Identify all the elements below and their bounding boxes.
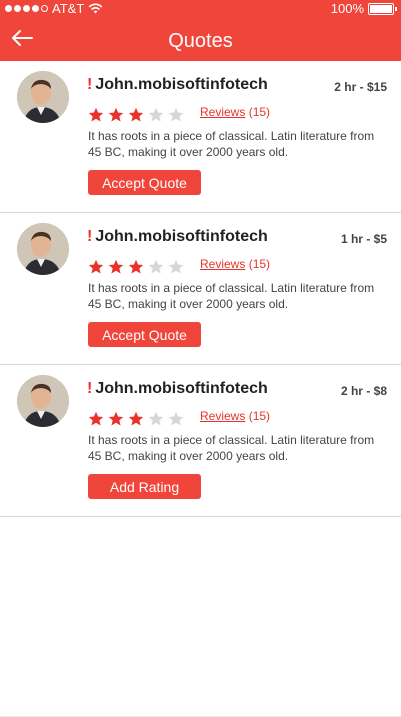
quote-name-text: John.mobisoftinfotech bbox=[95, 76, 268, 93]
quote-description: It has roots in a piece of classical. La… bbox=[88, 129, 375, 159]
quote-name: ! John.mobisoftinfotech bbox=[87, 76, 268, 94]
empty-area bbox=[0, 516, 401, 717]
avatar[interactable] bbox=[17, 375, 69, 427]
reviews[interactable]: Reviews (15) bbox=[200, 105, 270, 119]
star-filled-icon bbox=[128, 107, 144, 122]
star-empty-icon bbox=[168, 107, 184, 122]
reviews-link[interactable]: Reviews bbox=[200, 409, 245, 423]
reviews-count: (15) bbox=[248, 257, 271, 271]
reviews-count: (15) bbox=[248, 409, 271, 423]
star-rating bbox=[88, 411, 184, 427]
quote-name: ! John.mobisoftinfotech bbox=[87, 228, 268, 246]
star-empty-icon bbox=[148, 259, 164, 274]
alert-icon: ! bbox=[87, 380, 93, 397]
status-bar: AT&T 100% bbox=[0, 0, 401, 18]
quote-card: ! John.mobisoftinfotech 1 hr - $5 Reviews… bbox=[0, 213, 401, 365]
app-bar: AT&T 100% Quotes bbox=[0, 0, 401, 61]
star-filled-icon bbox=[88, 411, 104, 426]
status-left: AT&T bbox=[5, 1, 103, 16]
quote-name: ! John.mobisoftinfotech bbox=[87, 380, 268, 398]
avatar[interactable] bbox=[17, 223, 69, 275]
star-filled-icon bbox=[128, 411, 144, 426]
star-filled-icon bbox=[108, 411, 124, 426]
star-filled-icon bbox=[88, 259, 104, 274]
star-empty-icon bbox=[168, 411, 184, 426]
alert-icon: ! bbox=[87, 76, 93, 93]
battery-percent: 100% bbox=[330, 1, 364, 16]
star-empty-icon bbox=[148, 411, 164, 426]
star-empty-icon bbox=[168, 259, 184, 274]
quote-price: 1 hr - $5 bbox=[340, 232, 387, 246]
quote-card: ! John.mobisoftinfotech 2 hr - $15 Review… bbox=[0, 61, 401, 213]
accept-quote-button[interactable]: Accept Quote bbox=[88, 170, 201, 195]
star-filled-icon bbox=[108, 259, 124, 274]
status-right: 100% bbox=[331, 1, 397, 16]
quote-name-text: John.mobisoftinfotech bbox=[95, 228, 268, 245]
alert-icon: ! bbox=[87, 228, 93, 245]
quote-description: It has roots in a piece of classical. La… bbox=[88, 433, 375, 463]
quote-price: 2 hr - $15 bbox=[334, 80, 387, 94]
avatar[interactable] bbox=[17, 71, 69, 123]
reviews[interactable]: Reviews (15) bbox=[200, 257, 270, 271]
quote-description: It has roots in a piece of classical. La… bbox=[88, 281, 375, 311]
carrier-label: AT&T bbox=[52, 1, 85, 16]
reviews-link[interactable]: Reviews bbox=[200, 257, 245, 271]
battery-tip bbox=[395, 6, 397, 11]
quote-name-text: John.mobisoftinfotech bbox=[95, 380, 268, 397]
star-filled-icon bbox=[128, 259, 144, 274]
page-title: Quotes bbox=[168, 30, 233, 52]
wifi-icon bbox=[88, 3, 103, 14]
battery-icon bbox=[368, 2, 394, 15]
quote-list: ! John.mobisoftinfotech 2 hr - $15 Review… bbox=[0, 61, 401, 517]
star-rating bbox=[88, 107, 184, 123]
accept-quote-button[interactable]: Accept Quote bbox=[88, 322, 201, 347]
star-rating bbox=[88, 259, 184, 275]
star-filled-icon bbox=[108, 107, 124, 122]
reviews[interactable]: Reviews (15) bbox=[200, 409, 270, 423]
star-empty-icon bbox=[148, 107, 164, 122]
add-rating-button[interactable]: Add Rating bbox=[88, 474, 201, 499]
reviews-count: (15) bbox=[248, 105, 271, 119]
signal-dots-icon bbox=[5, 5, 48, 12]
star-filled-icon bbox=[88, 107, 104, 122]
quote-price: 2 hr - $8 bbox=[340, 384, 387, 398]
reviews-link[interactable]: Reviews bbox=[200, 105, 245, 119]
quote-card: ! John.mobisoftinfotech 2 hr - $8 Reviews… bbox=[0, 365, 401, 517]
